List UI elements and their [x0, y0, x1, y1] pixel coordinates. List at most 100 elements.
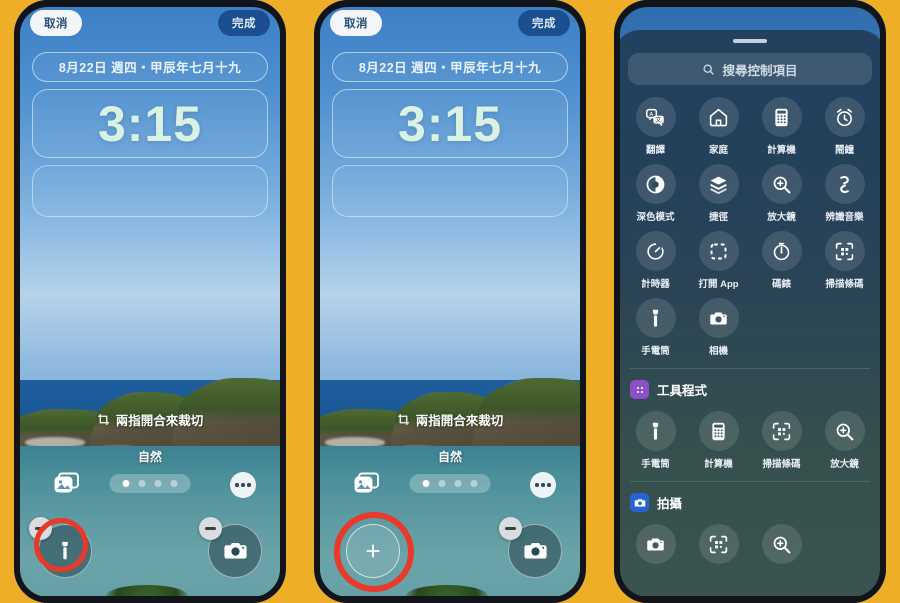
control-item[interactable]: 掃描條碼 [750, 411, 813, 470]
control-item-label: 計時器 [641, 279, 670, 290]
widget-slot-empty[interactable] [332, 165, 568, 217]
control-item[interactable]: 深色模式 [624, 164, 687, 223]
camera-icon [223, 542, 247, 559]
remove-control-badge[interactable] [199, 517, 222, 540]
page-dot[interactable] [122, 480, 130, 487]
remove-control-badge[interactable] [29, 517, 52, 540]
search-controls-input[interactable]: 搜尋控制項目 [628, 53, 872, 85]
control-item[interactable]: 掃描條碼 [813, 231, 876, 290]
widget-slot-empty[interactable] [32, 165, 268, 217]
time-widget[interactable]: 3:15 [32, 89, 268, 158]
section-header-capture: 拍攝 [614, 482, 886, 512]
camera-icon[interactable] [635, 524, 676, 564]
control-item[interactable]: 手電筒 [624, 411, 687, 470]
photo-picker-button[interactable] [354, 472, 380, 494]
control-item[interactable] [687, 524, 750, 564]
dot [247, 483, 251, 487]
open-app-icon[interactable] [698, 231, 739, 271]
page-dot[interactable] [138, 480, 146, 487]
page-dot[interactable] [422, 480, 430, 487]
control-item[interactable]: 打開 App [687, 231, 750, 290]
page-dot[interactable] [170, 480, 178, 487]
dot [241, 483, 245, 487]
translate-icon[interactable]: 文A [635, 97, 676, 137]
clock-text: 3:15 [397, 95, 503, 152]
scan-code-icon[interactable] [698, 524, 739, 564]
timer-icon[interactable] [635, 231, 676, 271]
control-item[interactable]: 家庭 [687, 97, 750, 156]
control-item-label: 打開 App [698, 279, 739, 290]
photo-picker-button[interactable] [54, 472, 80, 494]
control-item[interactable]: 捷徑 [687, 164, 750, 223]
camera-icon[interactable] [698, 298, 739, 338]
style-label-2: 自然 [437, 450, 462, 464]
page-dot[interactable] [438, 480, 446, 487]
control-item[interactable]: 計算機 [687, 411, 750, 470]
scan-code-icon[interactable] [824, 231, 865, 271]
more-options-button[interactable] [530, 472, 556, 498]
control-item-label: 放大鏡 [830, 459, 859, 470]
camera-control-button[interactable] [499, 517, 562, 578]
control-item[interactable] [750, 524, 813, 564]
date-widget[interactable]: 8月22日 週四・甲辰年七月十九 [32, 52, 268, 82]
style-page-dots-1[interactable] [109, 474, 191, 493]
date-widget[interactable]: 8月22日 週四・甲辰年七月十九 [332, 52, 568, 82]
home-icon[interactable] [698, 97, 739, 137]
camera-icon [523, 542, 547, 559]
control-gallery-sheet: 搜尋控制項目 文 A 翻譯 家庭 計算機 鬧鐘 深色模式 捷徑 放大鏡 辨識音樂 計時器 打開 App… [614, 30, 886, 603]
control-item[interactable]: 鬧鐘 [813, 97, 876, 156]
phone-edit-2: 取消 完成 8月22日 週四・甲辰年七月十九 3:15 兩指開合來裁切 自然 [300, 0, 600, 603]
control-item[interactable]: 辨識音樂 [813, 164, 876, 223]
page-dot[interactable] [154, 480, 162, 487]
style-page-dots-2[interactable] [409, 474, 491, 493]
flashlight-icon[interactable] [635, 411, 676, 451]
control-item[interactable]: 相機 [687, 298, 750, 357]
dark-mode-icon[interactable] [635, 164, 676, 204]
add-control-button[interactable] [346, 524, 400, 578]
bezel-top [314, 0, 586, 7]
page-dot[interactable] [454, 480, 462, 487]
sheet-grabber[interactable] [733, 39, 767, 43]
scan-code-icon[interactable] [761, 411, 802, 451]
editor-topbar-1: 取消 完成 [14, 10, 286, 36]
page-dot[interactable] [470, 480, 478, 487]
control-item[interactable]: 文 A 翻譯 [624, 97, 687, 156]
time-widget[interactable]: 3:15 [332, 89, 568, 158]
done-button[interactable]: 完成 [518, 10, 570, 36]
lockscreen-widgets-2: 8月22日 週四・甲辰年七月十九 3:15 [332, 52, 568, 217]
control-item[interactable]: 計時器 [624, 231, 687, 290]
flashlight-icon[interactable] [635, 298, 676, 338]
stopwatch-icon[interactable] [761, 231, 802, 271]
control-item[interactable]: 碼錶 [750, 231, 813, 290]
bezel-bottom [314, 596, 586, 603]
control-item[interactable]: 放大鏡 [750, 164, 813, 223]
magnifier-icon[interactable] [824, 411, 865, 451]
remove-control-badge[interactable] [499, 517, 522, 540]
flashlight-control-button[interactable] [29, 517, 92, 578]
control-gallery-grid: 文 A 翻譯 家庭 計算機 鬧鐘深色模式 捷徑 放大鏡 辨識音樂計時器 打開 App 碼錶 掃描條碼手… [614, 85, 886, 357]
camera-control-button[interactable] [199, 517, 262, 578]
cancel-button[interactable]: 取消 [30, 10, 82, 36]
alarm-icon[interactable] [824, 97, 865, 137]
done-button[interactable]: 完成 [218, 10, 270, 36]
control-item[interactable] [624, 524, 687, 564]
control-item-label: 辨識音樂 [825, 212, 864, 223]
magnifier-icon[interactable] [761, 524, 802, 564]
control-item-label: 手電筒 [641, 459, 670, 470]
calculator-icon[interactable] [761, 97, 802, 137]
calculator-icon[interactable] [698, 411, 739, 451]
dot [235, 483, 239, 487]
magnifier-icon[interactable] [761, 164, 802, 204]
phone-1-screen: 取消 完成 8月22日 週四・甲辰年七月十九 3:15 兩指開合來裁切 自然 [14, 0, 286, 603]
control-item[interactable]: 放大鏡 [813, 411, 876, 470]
near-sea [14, 446, 286, 603]
control-item-label: 計算機 [704, 459, 733, 470]
more-options-button[interactable] [230, 472, 256, 498]
control-item-label: 放大鏡 [767, 212, 796, 223]
control-item-label: 掃描條碼 [762, 459, 801, 470]
shortcuts-icon[interactable] [698, 164, 739, 204]
control-item[interactable]: 手電筒 [624, 298, 687, 357]
control-item[interactable]: 計算機 [750, 97, 813, 156]
shazam-icon[interactable] [824, 164, 865, 204]
cancel-button[interactable]: 取消 [330, 10, 382, 36]
